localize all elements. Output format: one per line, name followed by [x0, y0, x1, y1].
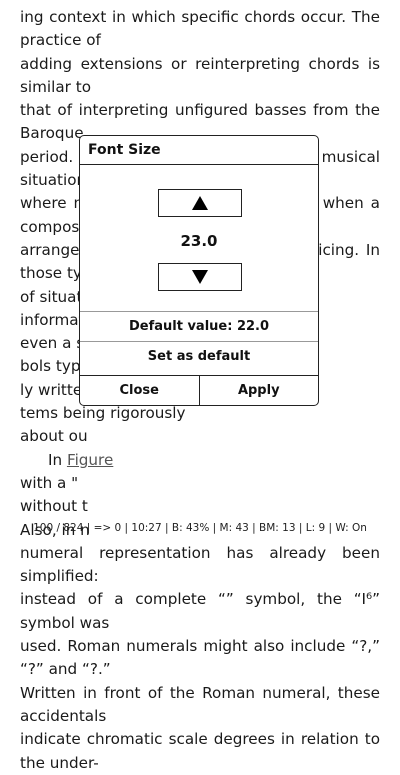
text-line: instead of a complete “” symbol, the “I⁶…	[20, 590, 380, 632]
text-line: about ou	[20, 427, 88, 446]
decrease-font-button[interactable]	[158, 263, 242, 291]
text-line: In Figure	[48, 450, 114, 469]
close-button[interactable]: Close	[80, 376, 200, 405]
text-line: Written in front of the Roman numeral, t…	[20, 683, 380, 725]
text-line: adding extensions or reinterpreting chor…	[20, 54, 380, 96]
increase-font-button[interactable]	[158, 189, 242, 217]
font-size-value: 23.0	[180, 232, 218, 250]
text-line: without t	[20, 497, 88, 516]
text-line: indicate chromatic scale degrees in rela…	[20, 730, 380, 772]
text-line: numeral representation has already been …	[20, 543, 380, 586]
set-as-default-button[interactable]: Set as default	[80, 341, 318, 372]
text-line: used. Roman numerals might also include …	[20, 637, 380, 679]
dialog-title: Font Size	[80, 136, 318, 165]
triangle-up-icon	[192, 196, 208, 210]
apply-button[interactable]: Apply	[200, 376, 319, 405]
triangle-down-icon	[192, 270, 208, 284]
text-line: ing context in which specific chords occ…	[20, 8, 380, 50]
text-line: with a "	[20, 473, 79, 492]
figure-link[interactable]: Figure	[67, 451, 113, 469]
font-size-dialog: Font Size 23.0 Default value: 22.0 Set a…	[79, 135, 319, 406]
dialog-actions: Close Apply	[80, 375, 319, 405]
default-value-label: Default value: 22.0	[80, 311, 318, 341]
status-bar: 100 / 824 | => 0 | 10:27 | B: 43% | M: 4…	[33, 522, 367, 534]
